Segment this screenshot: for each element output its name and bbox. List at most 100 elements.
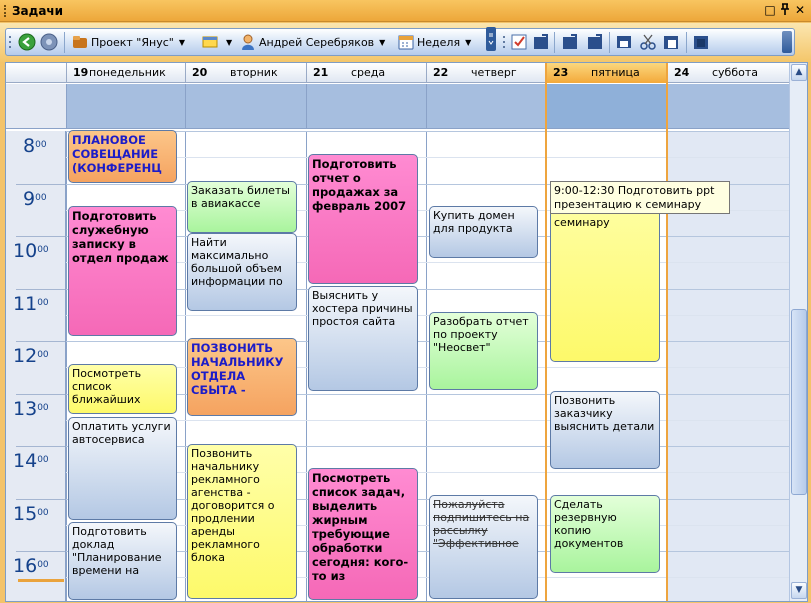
delete-button[interactable] [692, 33, 710, 51]
restore-button[interactable]: □ [763, 3, 777, 17]
time-label: 1000 [13, 240, 49, 262]
scroll-thumb[interactable] [791, 309, 807, 495]
appointment-fri-2[interactable]: Позвонить заказчику выяснить детали [550, 391, 660, 469]
time-label: 1100 [13, 292, 49, 315]
appointment-tue-1[interactable]: Заказать билеты в авиакассе [187, 181, 297, 233]
day-header-fri[interactable]: 23 пятница [546, 63, 667, 83]
time-label: 1200 [13, 345, 49, 367]
category-icon [202, 36, 218, 48]
allday-tue[interactable] [185, 84, 306, 129]
toolbar-chevron-button[interactable] [782, 31, 792, 53]
time-separator [16, 288, 65, 290]
overflow-icon [486, 27, 496, 51]
day-header-wed[interactable]: 21 среда [306, 63, 426, 83]
today-border-left [545, 63, 547, 601]
appointment-thu-3[interactable]: Пожалуйста подпишитесь на рассылку "Эффе… [429, 495, 538, 599]
appointment-mon-3[interactable]: Посмотреть список ближайших [68, 364, 177, 414]
chevron-down-icon: ▼ [379, 37, 386, 47]
paste-button[interactable] [662, 33, 680, 51]
time-label: 1400 [13, 450, 49, 472]
time-label: 1500 [13, 502, 49, 525]
project-dropdown[interactable]: Проект "Янус" ▼ [72, 33, 185, 51]
allday-sat[interactable] [667, 84, 789, 129]
day-header-mon[interactable]: 19 понедельник [66, 63, 185, 83]
toolbar-overflow-button[interactable] [486, 27, 496, 51]
time-column: 800 900 1000 1100 1200 1300 1400 1500 1600 [6, 131, 66, 601]
toolbar-grip-icon [8, 33, 12, 51]
day-header-thu[interactable]: 22 четверг [426, 63, 546, 83]
back-button[interactable] [18, 33, 36, 51]
appointment-tue-2[interactable]: Найти максимально большой объем информац… [187, 233, 297, 311]
view-dropdown[interactable]: Неделя ▼ [398, 33, 471, 51]
day-header-sat[interactable]: 24 суббота [667, 63, 789, 83]
day-header-tue[interactable]: 20 вторник [185, 63, 306, 83]
copy-task-button[interactable] [586, 33, 604, 51]
appointment-wed-1[interactable]: Подготовить отчет о продажах за февраль … [308, 154, 418, 284]
paste-icon [664, 36, 678, 49]
toolbar-grip-icon [502, 33, 506, 51]
toolbar: Проект "Янус" ▼ ▼ Андрей Серебряков ▼ Не… [0, 23, 811, 62]
appointment-mon-1[interactable]: ПЛАНОВОЕ СОВЕЩАНИЕ (КОНФЕРЕНЦ [68, 130, 177, 183]
chevron-down-icon: ▼ [465, 37, 472, 47]
forward-button[interactable] [40, 33, 58, 51]
time-separator [16, 551, 65, 552]
time-separator [16, 341, 65, 342]
allday-mon[interactable] [66, 84, 185, 129]
time-label: 900 [23, 187, 47, 210]
appointment-mon-2[interactable]: Подготовить служебную записку в отдел пр… [68, 206, 177, 336]
close-button[interactable]: ✕ [793, 3, 807, 17]
appointment-fri-3[interactable]: Сделать резервную копию документов [550, 495, 660, 573]
project-icon [73, 36, 87, 48]
time-label: 1600 [13, 555, 49, 577]
appointment-tue-3[interactable]: ПОЗВОНИТЬ НАЧАЛЬНИКУ ОТДЕЛА СБЫТА - [187, 338, 297, 416]
day-header-row: 19 понедельник 20 вторник 21 среда 22 четвер… [6, 63, 789, 83]
user-dropdown[interactable]: Андрей Серебряков ▼ [240, 33, 385, 51]
move-task-button[interactable] [532, 33, 550, 51]
time-separator [16, 446, 65, 447]
pin-icon [781, 3, 789, 15]
copy-icon [588, 34, 602, 49]
time-label: 800 [23, 135, 47, 157]
appointment-mon-4[interactable]: Оплатить услуги автосервиса [68, 417, 177, 520]
chevron-down-icon: ▼ [226, 37, 233, 47]
current-time-marker [18, 579, 64, 582]
window-title: Задачи [12, 4, 64, 18]
delete-icon [694, 36, 708, 49]
folder-arrow-icon [534, 34, 548, 49]
allday-wed[interactable] [306, 84, 426, 129]
open-task-button[interactable] [561, 33, 579, 51]
appointment-wed-3[interactable]: Посмотреть список задач, выделить жирным… [308, 468, 418, 600]
appointment-tue-4[interactable]: Позвонить начальнику рекламного агенства… [187, 444, 297, 599]
print-button[interactable] [615, 33, 633, 51]
appointment-thu-2[interactable]: Разобрать отчет по проекту "Неосвет" [429, 312, 538, 390]
appointment-mon-5[interactable]: Подготовить доклад "Планирование времени… [68, 522, 177, 600]
hour-gridline [66, 341, 789, 342]
allday-fri[interactable] [546, 84, 667, 129]
print-icon [617, 36, 631, 48]
appointment-wed-2[interactable]: Выяснить у хостера причины простоя сайта [308, 286, 418, 391]
appointment-thu-1[interactable]: Купить домен для продукта [429, 206, 538, 258]
chevron-down-icon: ▼ [178, 37, 185, 47]
time-label: 1300 [13, 397, 49, 420]
cut-icon [640, 34, 656, 50]
category-dropdown[interactable]: ▼ [202, 33, 232, 51]
task-icon [511, 34, 527, 50]
scroll-up-button[interactable]: ▲ [791, 64, 807, 81]
view-label: Неделя [417, 35, 461, 49]
allday-thu[interactable] [426, 84, 546, 129]
pin-button[interactable] [778, 3, 792, 17]
time-separator [16, 183, 65, 185]
project-label: Проект "Янус" [91, 35, 174, 49]
time-separator [16, 393, 65, 395]
new-task-button[interactable] [510, 33, 528, 51]
vertical-scrollbar[interactable]: ▲ ▼ [789, 63, 807, 601]
user-label: Андрей Серебряков [259, 35, 375, 49]
time-separator [16, 498, 65, 500]
cut-button[interactable] [639, 33, 657, 51]
scroll-down-button[interactable]: ▼ [791, 582, 807, 599]
folder-icon [563, 34, 577, 49]
week-calendar: 19 понедельник 20 вторник 21 среда 22 четвер… [5, 62, 808, 602]
forward-icon [40, 33, 58, 51]
time-separator [16, 236, 65, 237]
toolbar-strip: Проект "Янус" ▼ ▼ Андрей Серебряков ▼ Не… [5, 27, 795, 56]
